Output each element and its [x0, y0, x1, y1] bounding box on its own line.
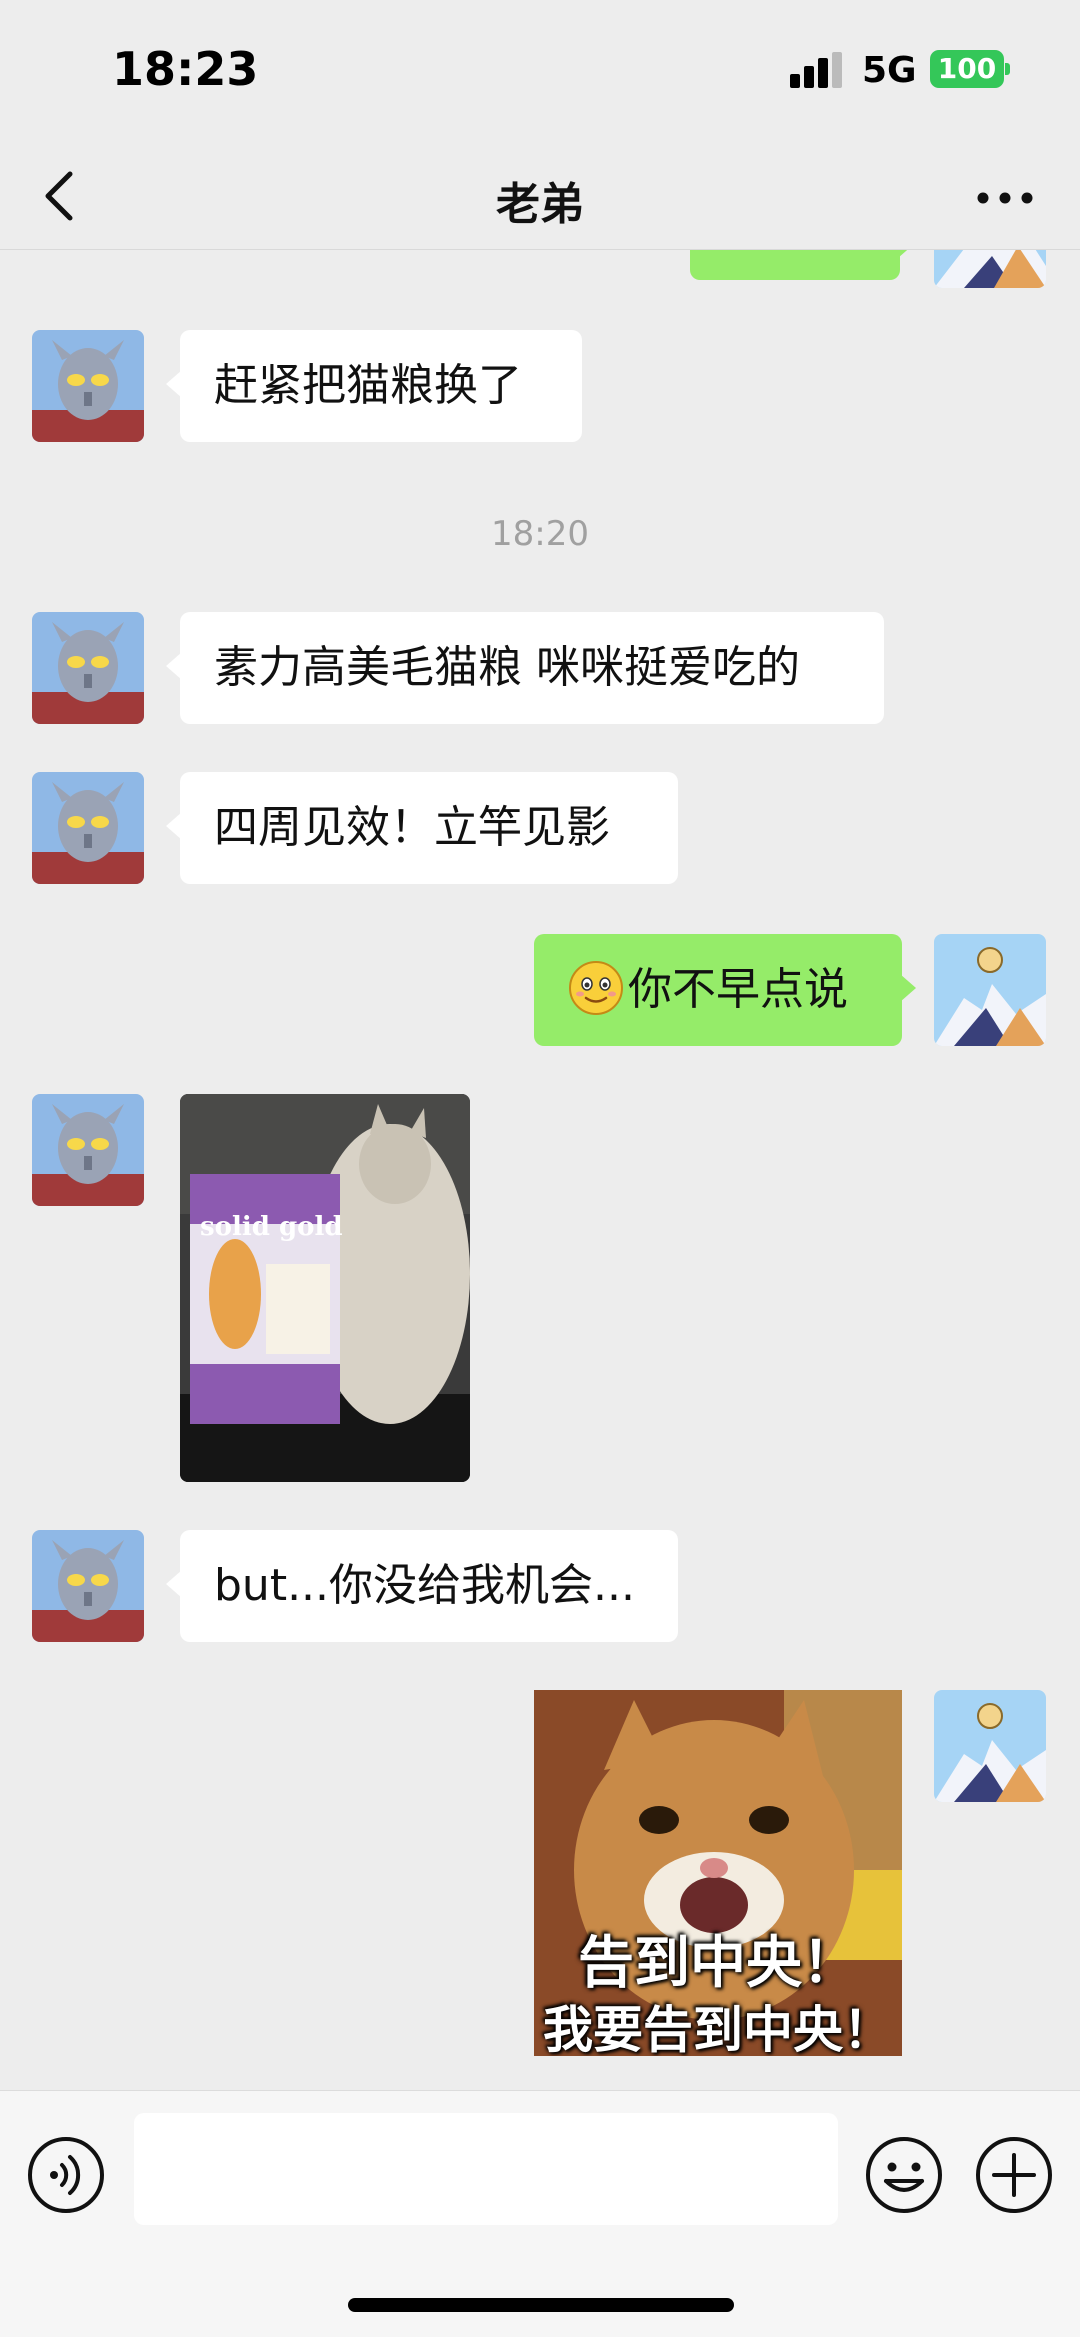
network-label: 5G — [862, 50, 917, 91]
contact-avatar[interactable] — [32, 772, 144, 884]
contact-avatar[interactable] — [32, 330, 144, 442]
my-avatar[interactable] — [934, 1690, 1046, 1802]
nav-bar: 老弟 — [0, 140, 1080, 250]
photo-brand-text: solid gold — [200, 1212, 343, 1242]
battery-icon: 100 — [930, 50, 1004, 88]
more-icon[interactable] — [975, 190, 1035, 206]
message-bubble[interactable]: 素力高美毛猫粮 咪咪挺爱吃的 — [166, 612, 884, 724]
message-text: 赶紧把猫粮换了 — [214, 360, 522, 411]
contact-avatar[interactable] — [32, 1094, 144, 1206]
message-text: but...你没给我机会... — [214, 1560, 635, 1611]
message-bubble[interactable]: but...你没给我机会... — [166, 1530, 678, 1642]
sticker-caption-line1: 告到中央！ — [578, 1931, 858, 1996]
photo-message[interactable]: solid gold — [180, 1094, 470, 1482]
sticker-message[interactable]: 告到中央！ 我要告到中央！ — [534, 1690, 902, 2056]
message-text: 你不早点说 — [628, 964, 848, 1015]
my-avatar[interactable] — [934, 250, 1046, 288]
signal-icon — [790, 52, 846, 88]
smiling-face-icon — [569, 961, 623, 1015]
message-bubble[interactable]: 赶紧把猫粮换了 — [166, 330, 582, 442]
sticker-caption-line2: 我要告到中央！ — [543, 2001, 893, 2056]
plus-icon[interactable] — [974, 2135, 1054, 2215]
message-bubble[interactable]: 你不早点说 — [534, 934, 916, 1046]
status-time: 18:23 — [112, 42, 259, 96]
message-bubble[interactable]: 四周见效！立竿见影 — [166, 772, 678, 884]
message-timestamp: 18:20 — [491, 514, 589, 554]
message-text: 四周见效！立竿见影 — [214, 802, 610, 853]
message-input[interactable] — [134, 2113, 838, 2225]
voice-icon[interactable] — [26, 2135, 106, 2215]
message-bubble-partial[interactable] — [690, 250, 914, 280]
chat-area[interactable]: 赶紧把猫粮换了 18:20 素力高美毛猫粮 咪咪挺爱吃的 四周见效！立竿见影 你… — [0, 250, 1080, 2090]
emoji-icon[interactable] — [864, 2135, 944, 2215]
message-text: 素力高美毛猫粮 咪咪挺爱吃的 — [214, 642, 800, 693]
home-indicator[interactable] — [348, 2298, 734, 2312]
contact-avatar[interactable] — [32, 612, 144, 724]
battery-cap — [1005, 63, 1010, 75]
status-bar: 18:23 5G 100 — [0, 0, 1080, 140]
my-avatar[interactable] — [934, 934, 1046, 1046]
contact-avatar[interactable] — [32, 1530, 144, 1642]
chat-title: 老弟 — [496, 179, 584, 230]
